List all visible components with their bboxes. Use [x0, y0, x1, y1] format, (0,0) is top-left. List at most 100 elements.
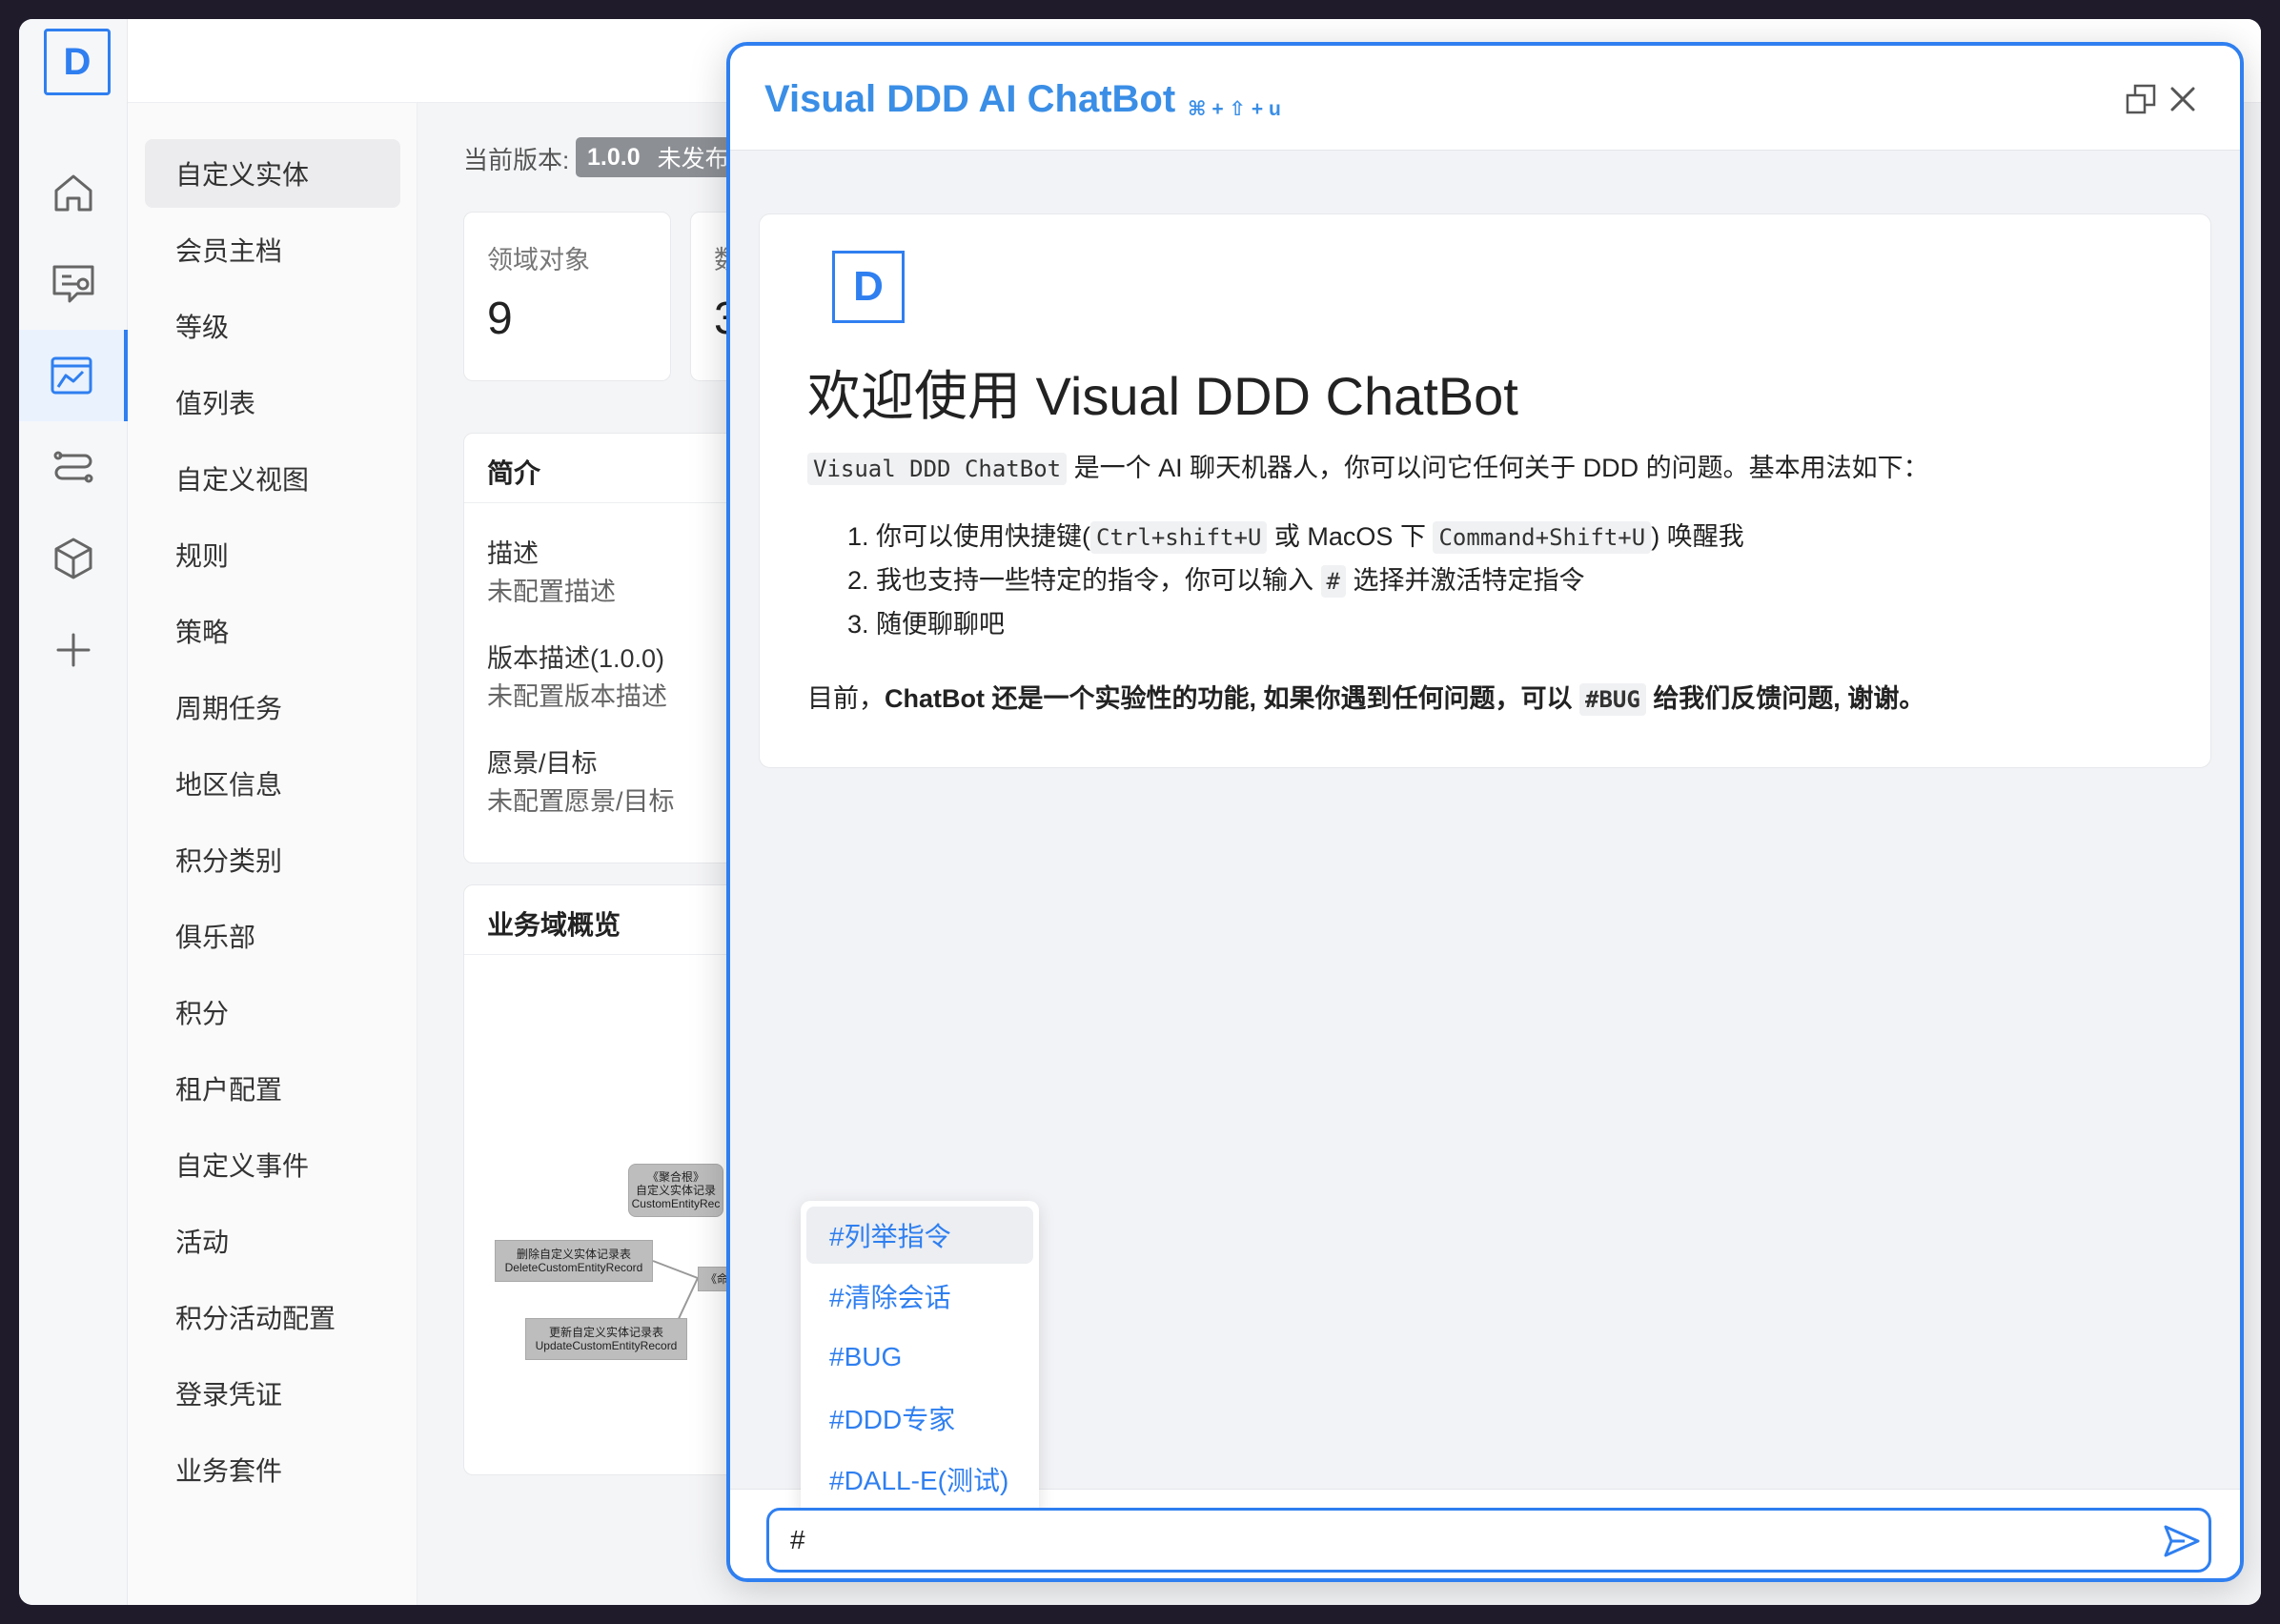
cube-nav[interactable]: [19, 513, 128, 604]
chat-input[interactable]: [766, 1508, 2211, 1573]
version-status: 未发布: [657, 146, 729, 173]
aggregate-root-node[interactable]: 《聚合根》 自定义实体记录 CustomEntityRec: [628, 1164, 723, 1217]
menu-item-strategy[interactable]: 策略: [145, 597, 400, 665]
menu-item-custom-event[interactable]: 自定义事件: [145, 1130, 400, 1199]
flow-icon: [53, 451, 93, 483]
node-line: CustomEntityRec: [631, 1197, 721, 1210]
usage-item-2: 2. 我也支持一些特定的指令，你可以输入 # 选择并激活特定指令: [847, 559, 1585, 598]
chat-nav[interactable]: [19, 238, 128, 330]
menu-item-login-credential[interactable]: 登录凭证: [145, 1359, 400, 1428]
command-popup: #列举指令 #清除会话 #BUG #DDD专家 #DALL-E(测试): [801, 1201, 1039, 1519]
close-icon: [2170, 87, 2195, 112]
note-code: #BUG: [1579, 683, 1646, 716]
usage-item-1: 1. 你可以使用快捷键(Ctrl+shift+U 或 MacOS 下 Comma…: [847, 516, 1744, 554]
send-button[interactable]: [2162, 1521, 2202, 1561]
stat-value: 9: [487, 294, 513, 344]
field-vision-key: 愿景/目标: [487, 749, 598, 778]
app-logo[interactable]: D: [44, 29, 111, 95]
menu-item-rules[interactable]: 规则: [145, 520, 400, 589]
home-nav[interactable]: [19, 147, 128, 238]
node-line: 自定义实体记录: [635, 1184, 716, 1197]
menu-item-points[interactable]: 积分: [145, 978, 400, 1046]
plus-icon: [56, 633, 91, 667]
welcome-intro: Visual DDD ChatBot 是一个 AI 聊天机器人，你可以问它任何关…: [807, 447, 1929, 485]
chat-title: Visual DDD AI ChatBot: [764, 78, 1176, 120]
menu-item-level[interactable]: 等级: [145, 292, 400, 360]
field-version-desc-key: 版本描述(1.0.0): [487, 644, 665, 673]
shortcut-hint: ⌘ + ⇧ + u: [1188, 98, 1281, 120]
icon-rail: D: [19, 19, 128, 1605]
command-clear-session[interactable]: #清除会话: [806, 1268, 1033, 1325]
logo-text: D: [63, 40, 92, 83]
command-dall-e[interactable]: #DALL-E(测试): [806, 1451, 1033, 1508]
field-desc-key: 描述: [487, 539, 539, 568]
logo-text: D: [853, 263, 884, 310]
version-label: 当前版本:: [463, 146, 570, 174]
flow-nav[interactable]: [19, 421, 128, 513]
menu-item-region[interactable]: 地区信息: [145, 749, 400, 818]
welcome-message: D 欢迎使用 Visual DDD ChatBot Visual DDD Cha…: [759, 213, 2211, 768]
menu-item-business-suite[interactable]: 业务套件: [145, 1435, 400, 1504]
chatbot-logo: D: [832, 251, 905, 323]
node-line: 《命: [704, 1272, 728, 1286]
welcome-note: 目前，ChatBot 还是一个实验性的功能, 如果你遇到任何问题，可以 #BUG…: [807, 678, 1925, 716]
node-line: 《聚合根》: [646, 1170, 704, 1184]
version-badge: 1.0.0 未发布: [576, 137, 741, 177]
note-b: ChatBot 还是一个实验性的功能, 如果你遇到任何问题，可以: [885, 684, 1573, 713]
close-button[interactable]: [2162, 78, 2204, 120]
usage-item-3: 3. 随便聊聊吧: [847, 610, 1006, 639]
intro-text: 是一个 AI 聊天机器人，你可以问它任何关于 DDD 的问题。基本用法如下：: [1073, 454, 1929, 482]
li2-b: 选择并激活特定指令: [1353, 566, 1585, 595]
li1-c: ) 唤醒我: [1651, 522, 1744, 551]
command-ddd-expert[interactable]: #DDD专家: [806, 1390, 1033, 1447]
command-list-commands[interactable]: #列举指令: [806, 1207, 1033, 1264]
command-bug[interactable]: #BUG: [806, 1329, 1033, 1386]
add-nav[interactable]: [19, 604, 128, 696]
li1-code1: Ctrl+shift+U: [1090, 521, 1268, 554]
node-line: UpdateCustomEntityRecord: [535, 1339, 678, 1352]
menu-item-points-category[interactable]: 积分类别: [145, 825, 400, 894]
node-line: 更新自定义实体记录表: [548, 1326, 663, 1339]
cube-icon: [54, 538, 92, 579]
field-desc-value: 未配置描述: [487, 578, 616, 606]
delete-record-node[interactable]: 删除自定义实体记录表 DeleteCustomEntityRecord: [495, 1240, 653, 1282]
menu-item-periodic-task[interactable]: 周期任务: [145, 673, 400, 741]
stat-card-domain-objects: 领域对象 9: [463, 212, 671, 381]
menu-item-points-activity-config[interactable]: 积分活动配置: [145, 1283, 400, 1351]
menu-item-custom-view[interactable]: 自定义视图: [145, 444, 400, 513]
node-line: DeleteCustomEntityRecord: [504, 1261, 643, 1274]
maximize-icon: [2126, 84, 2156, 114]
maximize-button[interactable]: [2120, 78, 2162, 120]
intro-code: Visual DDD ChatBot: [807, 453, 1068, 485]
menu-item-value-list[interactable]: 值列表: [145, 368, 400, 436]
chatbot-panel: Visual DDD AI ChatBot ⌘ + ⇧ + u D 欢迎使用 V…: [726, 42, 2244, 1582]
update-record-node[interactable]: 更新自定义实体记录表 UpdateCustomEntityRecord: [525, 1318, 687, 1360]
entity-menu: 自定义实体 会员主档 等级 值列表 自定义视图 规则 策略 周期任务 地区信息 …: [128, 103, 417, 1605]
stat-label: 领域对象: [487, 246, 590, 274]
li1-a: 1. 你可以使用快捷键(: [847, 522, 1091, 551]
li2-a: 2. 我也支持一些特定的指令，你可以输入: [847, 566, 1314, 595]
li2-code: #: [1320, 565, 1346, 598]
intro-title: 简介: [487, 458, 541, 488]
menu-item-activity[interactable]: 活动: [145, 1207, 400, 1275]
chart-board-icon: [51, 356, 92, 395]
send-icon: [2164, 1525, 2200, 1557]
home-icon: [54, 174, 92, 212]
board-nav[interactable]: [19, 330, 128, 421]
version-number: 1.0.0: [587, 143, 641, 171]
chat-icon: [52, 265, 94, 303]
note-c: 给我们反馈问题, 谢谢。: [1653, 684, 1925, 713]
li1-b: 或 MacOS 下: [1273, 522, 1426, 551]
menu-item-club[interactable]: 俱乐部: [145, 902, 400, 970]
field-version-desc-value: 未配置版本描述: [487, 682, 667, 711]
note-a: 目前，: [807, 684, 885, 713]
field-vision-value: 未配置愿景/目标: [487, 787, 675, 816]
node-line: 删除自定义实体记录表: [516, 1248, 631, 1261]
chat-header: Visual DDD AI ChatBot ⌘ + ⇧ + u: [730, 46, 2240, 151]
menu-item-custom-entity[interactable]: 自定义实体: [145, 139, 400, 208]
li1-code2: Command+Shift+U: [1433, 521, 1652, 554]
welcome-heading: 欢迎使用 Visual DDD ChatBot: [807, 366, 1518, 426]
app-window: D 自定义实体 会员主档 等级 值列表 自定义视图 规则 策略 周期任务 地区信…: [19, 19, 2261, 1605]
menu-item-member[interactable]: 会员主档: [145, 215, 400, 284]
menu-item-tenant-config[interactable]: 租户配置: [145, 1054, 400, 1123]
